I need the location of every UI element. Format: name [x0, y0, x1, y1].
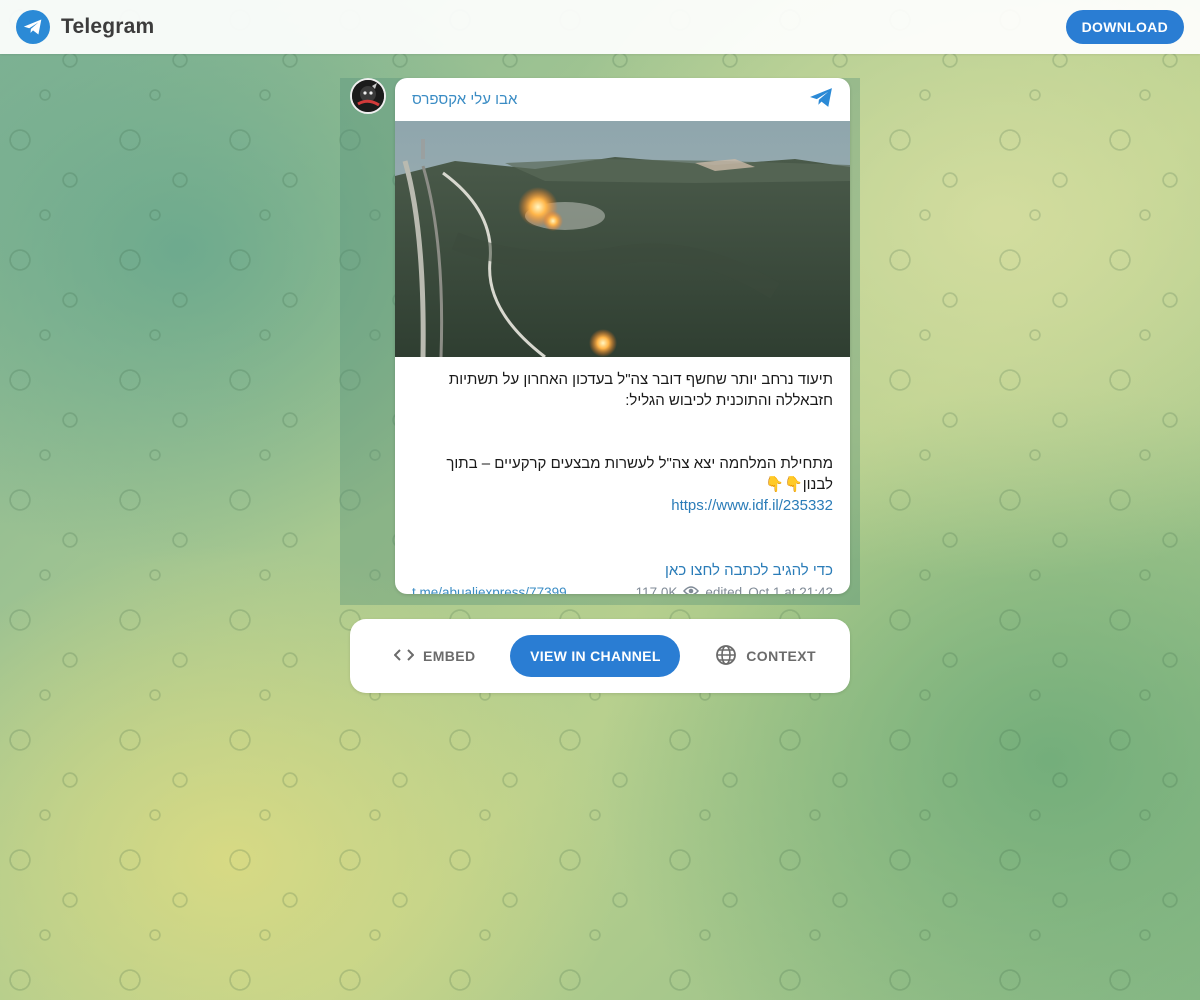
embed-label: EMBED [423, 648, 476, 664]
post-stats: 117.0K edited Oct 1 at 21:42 [636, 585, 833, 594]
view-in-channel-button[interactable]: VIEW IN CHANNEL [510, 635, 681, 677]
context-label: CONTEXT [746, 648, 816, 664]
post-action-bar: EMBED VIEW IN CHANNEL CONTEXT [350, 619, 850, 693]
embed-button[interactable]: EMBED [393, 648, 476, 665]
telegram-plane-icon[interactable] [809, 87, 834, 113]
post-paragraph: מתחילת המלחמה יצא צה"ל לעשרות מבצעים קרק… [446, 455, 833, 493]
eye-icon [683, 585, 700, 594]
post-date: Oct 1 at 21:42 [748, 585, 833, 594]
post-card: אבו עלי אקספרס תיעוד נרחב יותר שחשף דובר… [395, 78, 850, 594]
context-button[interactable]: CONTEXT [715, 644, 816, 669]
globe-icon [715, 644, 737, 669]
channel-name-link[interactable]: אבו עלי אקספרס [412, 91, 517, 108]
download-button[interactable]: DOWNLOAD [1065, 10, 1184, 44]
post-video-thumbnail[interactable] [395, 121, 850, 357]
code-icon [393, 648, 415, 665]
post-paragraph: תיעוד נרחב יותר שחשף דובר צה"ל בעדכון הא… [448, 371, 833, 409]
view-count: 117.0K [635, 585, 678, 594]
post-footer: t.me/abualiexpress/77399 117.0K edited O… [395, 585, 850, 594]
reply-link[interactable]: כדי להגיב לכתבה לחצו כאן [395, 560, 850, 581]
telegram-logo-icon [16, 10, 50, 44]
brand[interactable]: Telegram [16, 10, 154, 44]
post-text: תיעוד נרחב יותר שחשף דובר צה"ל בעדכון הא… [395, 357, 850, 539]
post-url-link[interactable]: https://www.idf.il/235332 [671, 497, 833, 514]
post-header: אבו עלי אקספרס [395, 78, 850, 121]
top-bar: Telegram DOWNLOAD [0, 0, 1200, 54]
post-permalink[interactable]: t.me/abualiexpress/77399 [412, 585, 567, 594]
edited-label: edited [705, 585, 743, 594]
brand-name: Telegram [61, 15, 155, 38]
channel-avatar[interactable] [350, 78, 386, 114]
